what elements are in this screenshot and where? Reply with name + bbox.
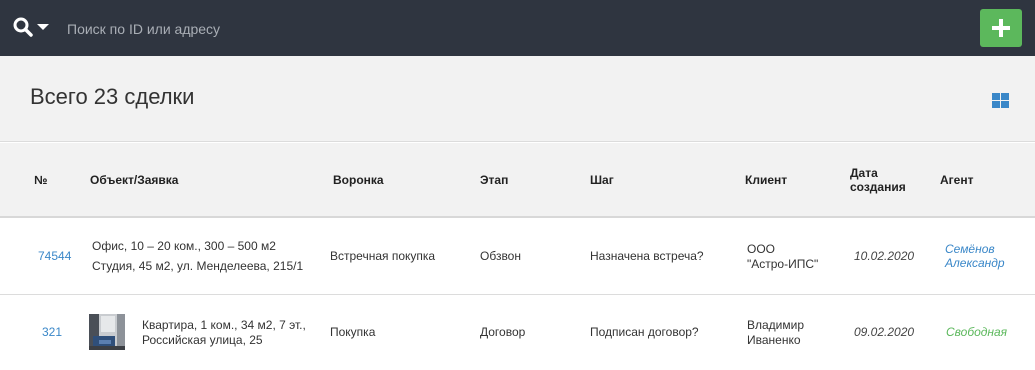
grid-view-icon [992, 93, 1009, 108]
column-header-date[interactable]: Дата создания [850, 166, 906, 194]
agent-link[interactable]: Семёнов Александр [945, 242, 1005, 270]
search-input[interactable] [58, 14, 658, 44]
table-row[interactable]: 74544 Офис, 10 – 20 ком., 300 – 500 м2 С… [0, 219, 1035, 295]
deal-id-link[interactable]: 74544 [38, 249, 71, 264]
client-name-line1: Владимир [747, 318, 805, 332]
client-name-line2: "Астро-ИПС" [747, 257, 819, 271]
created-date-cell: 09.02.2020 [854, 325, 915, 339]
object-request-cell: Офис, 10 – 20 ком., 300 – 500 м2 Студия,… [92, 239, 303, 274]
search-mode-toggle[interactable] [13, 17, 51, 39]
object-description-line1: Квартира, 1 ком., 34 м2, 7 эт., [142, 318, 306, 332]
client-cell: Владимир Иваненко [747, 318, 804, 348]
add-deal-button[interactable] [980, 9, 1022, 47]
page-title: Всего 23 сделки [30, 84, 195, 109]
page-header: Всего 23 сделки [0, 56, 1035, 142]
deal-id-link[interactable]: 321 [42, 325, 62, 340]
request-description: Офис, 10 – 20 ком., 300 – 500 м2 [92, 239, 276, 253]
column-header-funnel[interactable]: Воронка [333, 173, 384, 187]
client-name-line2: Иваненко [747, 333, 801, 347]
property-photo [89, 314, 125, 350]
column-header-step[interactable]: Шаг [590, 173, 614, 187]
table-header: № Объект/Заявка Воронка Этап Шаг Клиент … [0, 143, 1035, 218]
funnel-cell: Встречная покупка [330, 249, 436, 263]
column-header-client[interactable]: Клиент [745, 173, 787, 187]
column-header-agent[interactable]: Агент [940, 173, 973, 187]
object-request-cell: Квартира, 1 ком., 34 м2, 7 эт., Российск… [142, 318, 306, 348]
plus-icon [992, 19, 1010, 37]
step-cell: Назначена встреча? [590, 249, 704, 263]
agent-name-line2: Александр [945, 256, 1005, 270]
created-date-cell: 10.02.2020 [854, 249, 915, 263]
object-description: Студия, 45 м2, ул. Менделеева, 215/1 [92, 259, 304, 273]
column-header-date-line1: Дата [850, 166, 878, 180]
column-header-object[interactable]: Объект/Заявка [90, 173, 178, 187]
funnel-cell: Покупка [330, 325, 376, 339]
table-row[interactable]: 321 Квартира, 1 ком., 34 м2, 7 эт., Росс… [0, 296, 1035, 370]
stage-cell: Договор [480, 325, 526, 339]
property-photo-thumbnail[interactable] [89, 314, 125, 350]
agent-name-line1: Семёнов [945, 242, 995, 256]
step-cell: Подписан договор? [590, 325, 699, 339]
search-icon [13, 17, 33, 37]
caret-down-icon [37, 24, 49, 30]
column-header-date-line2: создания [850, 180, 906, 194]
column-header-number[interactable]: № [34, 173, 47, 187]
agent-status-free: Свободная [946, 325, 1008, 339]
client-cell: ООО "Астро-ИПС" [747, 242, 818, 272]
object-description-line2: Российская улица, 25 [142, 333, 263, 347]
column-header-stage[interactable]: Этап [480, 173, 508, 187]
top-bar [0, 0, 1035, 56]
stage-cell: Обзвон [480, 249, 521, 263]
client-name-line1: ООО [747, 242, 776, 256]
grid-view-button[interactable] [992, 93, 1009, 108]
